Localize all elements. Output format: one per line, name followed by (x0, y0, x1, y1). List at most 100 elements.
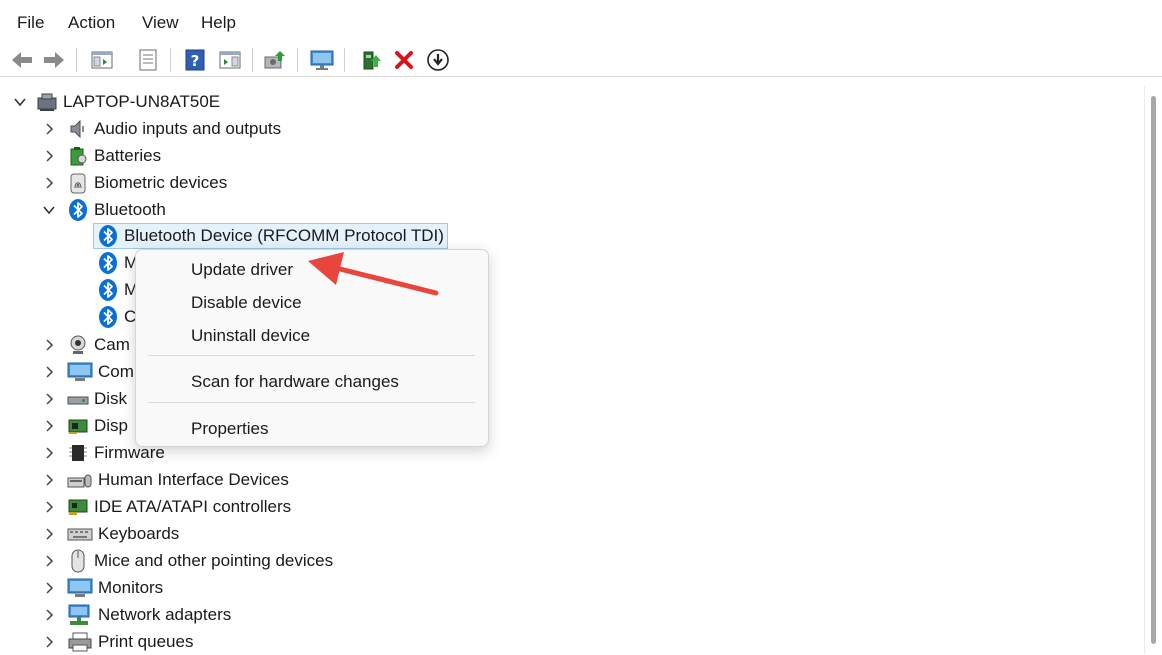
menu-disable-device[interactable]: Disable device (191, 292, 302, 314)
uninstall-icon[interactable] (390, 46, 418, 74)
mouse-icon (67, 549, 89, 573)
help-icon[interactable]: ? (181, 46, 209, 74)
device-label: Bluetooth Device (RFCOMM Protocol TDI) (124, 226, 444, 245)
hid-icon (67, 469, 93, 491)
menu-separator (148, 355, 475, 356)
chevron-right-icon[interactable] (41, 553, 57, 569)
category-display[interactable]: Disp (41, 413, 128, 439)
display-adapter-icon (67, 415, 89, 437)
chevron-right-icon[interactable] (41, 337, 57, 353)
category-keyboards[interactable]: Keyboards (41, 521, 179, 547)
menu-view[interactable]: View (142, 12, 179, 34)
device-bluetooth-c[interactable]: C (97, 304, 136, 330)
menu-file[interactable]: File (17, 12, 44, 34)
show-hide-console-tree-icon[interactable] (88, 46, 116, 74)
category-label: Cam (94, 335, 130, 354)
chevron-down-icon[interactable] (12, 94, 28, 110)
category-label: Print queues (98, 632, 194, 651)
scrollbar-thumb[interactable] (1151, 96, 1156, 644)
properties-icon[interactable] (134, 46, 162, 74)
category-hid[interactable]: Human Interface Devices (41, 467, 289, 493)
scan-hardware-icon[interactable] (261, 46, 289, 74)
menu-uninstall-device[interactable]: Uninstall device (191, 325, 310, 347)
speaker-icon (67, 118, 89, 140)
category-monitors[interactable]: Monitors (41, 575, 163, 601)
category-computer[interactable]: Com (41, 359, 134, 385)
context-menu: Update driver Disable device Uninstall d… (135, 249, 489, 447)
chevron-right-icon[interactable] (41, 148, 57, 164)
category-label: Biometric devices (94, 173, 228, 192)
category-label: Human Interface Devices (98, 470, 289, 489)
vertical-scrollbar[interactable] (1144, 86, 1162, 654)
menu-help[interactable]: Help (201, 12, 236, 34)
chevron-right-icon[interactable] (41, 607, 57, 623)
chevron-right-icon[interactable] (41, 499, 57, 515)
chevron-right-icon[interactable] (41, 445, 57, 461)
device-bluetooth-rfcomm[interactable]: Bluetooth Device (RFCOMM Protocol TDI) (93, 223, 448, 249)
category-label: Disp (94, 416, 129, 435)
category-label: Mice and other pointing devices (94, 551, 334, 570)
chevron-down-icon[interactable] (41, 202, 57, 218)
category-batteries[interactable]: Batteries (41, 143, 161, 169)
device-bluetooth-m1[interactable]: M (97, 250, 138, 276)
fingerprint-icon (67, 172, 89, 194)
download-icon[interactable] (424, 46, 452, 74)
bluetooth-icon (97, 279, 119, 301)
chevron-right-icon[interactable] (41, 580, 57, 596)
chevron-right-icon[interactable] (41, 418, 57, 434)
category-label: Com (98, 362, 134, 381)
disk-drive-icon (67, 388, 89, 410)
category-ide[interactable]: IDE ATA/ATAPI controllers (41, 494, 291, 520)
bluetooth-icon (97, 252, 119, 274)
category-cameras[interactable]: Cam (41, 332, 130, 358)
selected-device[interactable]: Bluetooth Device (RFCOMM Protocol TDI) (93, 223, 448, 249)
chevron-right-icon[interactable] (41, 526, 57, 542)
bluetooth-icon (97, 306, 119, 328)
category-disk[interactable]: Disk (41, 386, 127, 412)
chevron-right-icon[interactable] (41, 364, 57, 380)
tree-root[interactable]: LAPTOP-UN8AT50E (12, 89, 220, 115)
device-bluetooth-m2[interactable]: M (97, 277, 138, 303)
battery-icon (67, 145, 89, 167)
category-label: Keyboards (98, 524, 180, 543)
toolbar-separator (252, 48, 253, 72)
category-label: Batteries (94, 146, 162, 165)
category-network[interactable]: Network adapters (41, 602, 231, 628)
svg-text:?: ? (191, 52, 200, 70)
update-driver-icon[interactable] (357, 46, 385, 74)
category-bluetooth[interactable]: Bluetooth (41, 197, 166, 223)
computer-name: LAPTOP-UN8AT50E (63, 92, 221, 111)
chevron-right-icon[interactable] (41, 175, 57, 191)
back-icon[interactable] (8, 46, 36, 74)
menu-bar: File Action View Help (0, 0, 1162, 44)
chevron-right-icon[interactable] (41, 472, 57, 488)
menu-scan-hardware[interactable]: Scan for hardware changes (191, 371, 399, 393)
category-label: IDE ATA/ATAPI controllers (94, 497, 292, 516)
chevron-right-icon[interactable] (41, 391, 57, 407)
category-audio[interactable]: Audio inputs and outputs (41, 116, 281, 142)
category-print[interactable]: Print queues (41, 629, 193, 655)
printer-icon (67, 631, 93, 653)
category-biometric[interactable]: Biometric devices (41, 170, 227, 196)
forward-icon[interactable] (40, 46, 68, 74)
computer-icon (36, 91, 58, 113)
category-label: Audio inputs and outputs (94, 119, 282, 138)
chevron-right-icon[interactable] (41, 634, 57, 650)
category-label: Disk (94, 389, 128, 408)
chip-icon (67, 442, 89, 464)
menu-separator (148, 402, 475, 403)
webcam-icon (67, 334, 89, 356)
controller-icon (67, 496, 89, 518)
menu-properties[interactable]: Properties (191, 418, 268, 440)
toolbar-separator (297, 48, 298, 72)
chevron-right-icon[interactable] (41, 121, 57, 137)
toolbar-separator (170, 48, 171, 72)
bluetooth-icon (67, 199, 89, 221)
monitor-icon[interactable] (308, 46, 336, 74)
menu-action[interactable]: Action (68, 12, 115, 34)
network-icon (67, 604, 93, 626)
action-pane-icon[interactable] (216, 46, 244, 74)
category-mice[interactable]: Mice and other pointing devices (41, 548, 333, 574)
menu-update-driver[interactable]: Update driver (191, 259, 293, 281)
category-label: Network adapters (98, 605, 232, 624)
